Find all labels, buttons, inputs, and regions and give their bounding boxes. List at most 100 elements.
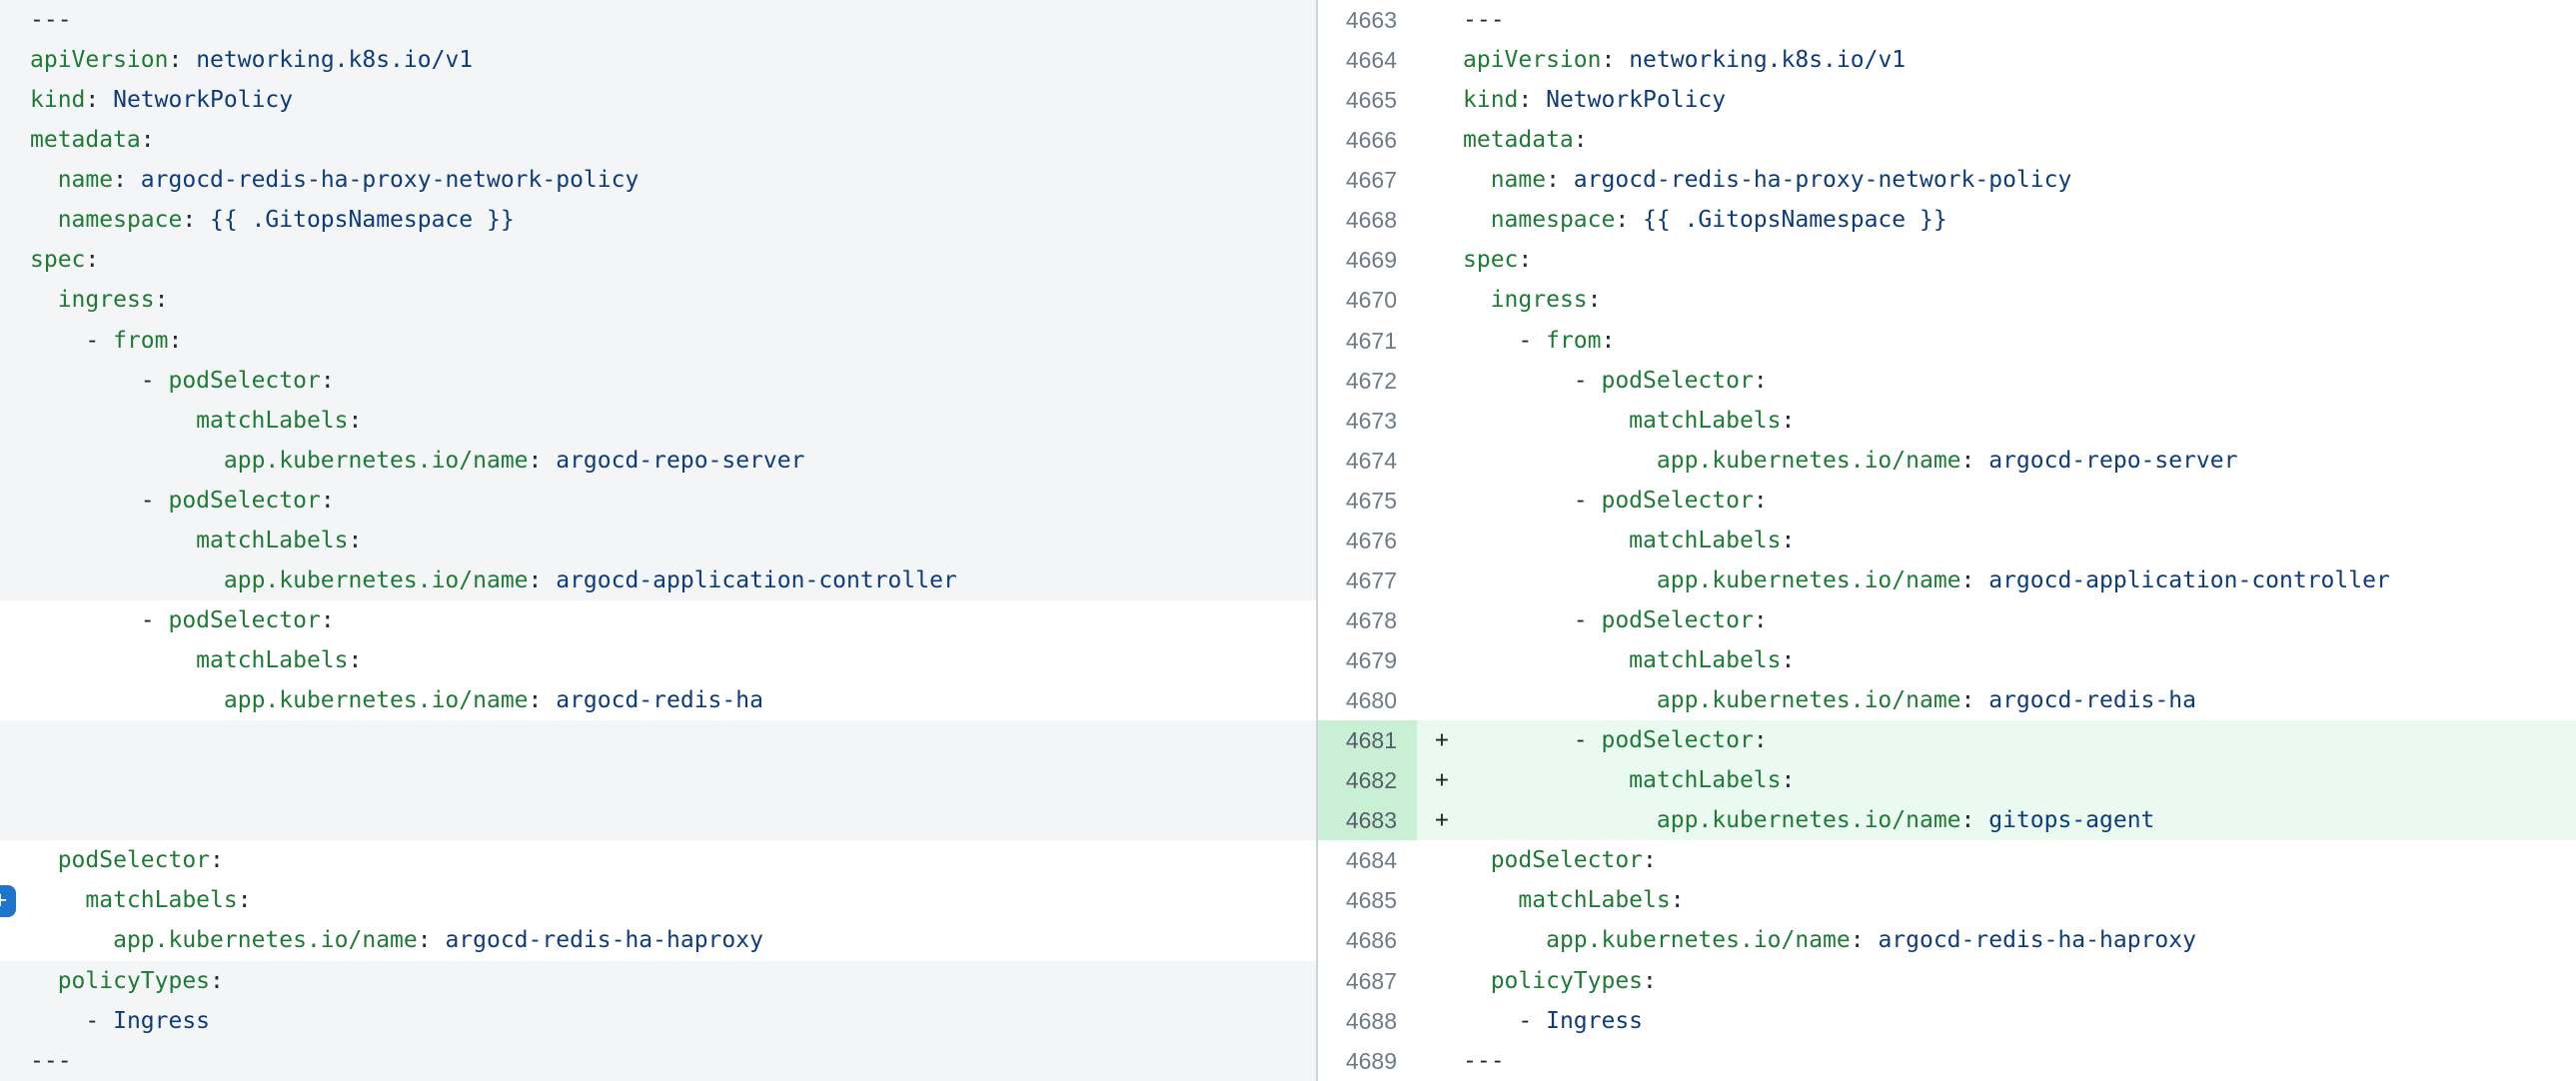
line-number[interactable]: 4682 — [1318, 760, 1417, 800]
line-number[interactable]: 4675 — [1318, 481, 1417, 521]
line-number[interactable]: 4687 — [1318, 961, 1417, 1001]
line-number[interactable]: 4663 — [1318, 0, 1417, 40]
diff-marker-empty — [1435, 481, 1463, 521]
yaml-punctuation: - — [1574, 727, 1602, 753]
new-line: 4684 podSelector: — [1318, 840, 2576, 880]
yaml-value: gitops-agent — [1974, 807, 2154, 833]
yaml-key: app.kubernetes.io/name — [1657, 687, 1961, 713]
yaml-punctuation: : — [1851, 927, 1865, 953]
yaml-punctuation — [30, 647, 196, 673]
old-code-text: - podSelector: — [0, 481, 335, 521]
yaml-punctuation: : — [1588, 287, 1602, 313]
yaml-punctuation: : — [210, 968, 224, 994]
yaml-key: metadata — [30, 127, 141, 153]
yaml-key: kind — [30, 87, 85, 113]
line-number[interactable]: 4666 — [1318, 120, 1417, 160]
old-line-spacer — [0, 760, 1316, 800]
new-line: 4663--- — [1318, 0, 2576, 40]
yaml-punctuation — [1463, 767, 1629, 793]
line-number[interactable]: 4673 — [1318, 401, 1417, 441]
yaml-value: {{ .GitopsNamespace }} — [1629, 207, 1947, 233]
new-code-text: namespace: {{ .GitopsNamespace }} — [1463, 200, 2576, 240]
yaml-value: networking.k8s.io/v1 — [1615, 47, 1906, 73]
line-number[interactable]: 4670 — [1318, 280, 1417, 320]
line-number[interactable]: 4677 — [1318, 560, 1417, 600]
old-code-text: policyTypes: — [0, 961, 224, 1001]
old-line: podSelector: — [0, 840, 1316, 880]
line-number[interactable]: 4688 — [1318, 1001, 1417, 1041]
line-number[interactable]: 4680 — [1318, 680, 1417, 720]
yaml-key: namespace — [1491, 207, 1616, 233]
line-number[interactable]: 4667 — [1318, 160, 1417, 200]
line-number[interactable]: 4665 — [1318, 80, 1417, 120]
new-code-text: - Ingress — [1463, 1001, 2576, 1041]
added-marker: + — [1435, 800, 1463, 840]
line-number[interactable]: 4678 — [1318, 600, 1417, 640]
old-line: policyTypes: — [0, 961, 1316, 1001]
yaml-punctuation: : — [321, 607, 335, 633]
old-line: - Ingress — [0, 1001, 1316, 1041]
line-number[interactable]: 4681 — [1318, 720, 1417, 760]
new-code-text: app.kubernetes.io/name: gitops-agent — [1463, 800, 2576, 840]
added-marker: + — [1435, 760, 1463, 800]
line-number[interactable]: 4674 — [1318, 441, 1417, 481]
old-line: app.kubernetes.io/name: argocd-redis-ha — [0, 680, 1316, 720]
line-number[interactable]: 4683 — [1318, 800, 1417, 840]
line-number[interactable]: 4669 — [1318, 240, 1417, 280]
old-code-text: matchLabels: — [0, 401, 362, 441]
yaml-value: {{ .GitopsNamespace }} — [196, 207, 515, 233]
new-line: 4687 policyTypes: — [1318, 961, 2576, 1001]
line-number[interactable]: 4689 — [1318, 1041, 1417, 1081]
old-code-text: app.kubernetes.io/name: argocd-redis-ha-… — [0, 920, 763, 960]
old-line: matchLabels: — [0, 640, 1316, 680]
yaml-key: matchLabels — [85, 887, 237, 913]
new-code-text: - podSelector: — [1463, 361, 2576, 401]
line-number[interactable]: 4685 — [1318, 880, 1417, 920]
yaml-punctuation — [30, 167, 58, 193]
yaml-punctuation: - — [1574, 607, 1602, 633]
line-number[interactable]: 4684 — [1318, 840, 1417, 880]
yaml-key: policyTypes — [58, 968, 210, 994]
line-number[interactable]: 4676 — [1318, 521, 1417, 560]
line-number[interactable]: 4664 — [1318, 40, 1417, 80]
yaml-punctuation: : — [349, 408, 363, 434]
yaml-key: app.kubernetes.io/name — [224, 687, 529, 713]
old-code-text: app.kubernetes.io/name: argocd-redis-ha — [0, 680, 763, 720]
yaml-punctuation: : — [155, 287, 169, 313]
yaml-punctuation: : — [1754, 488, 1768, 514]
old-line: ingress: — [0, 280, 1316, 320]
line-number[interactable]: 4668 — [1318, 200, 1417, 240]
yaml-key: matchLabels — [1518, 887, 1670, 913]
yaml-value: argocd-repo-server — [1974, 448, 2237, 474]
old-line: - podSelector: — [0, 600, 1316, 640]
line-number[interactable]: 4679 — [1318, 640, 1417, 680]
old-code-text: - Ingress — [0, 1001, 210, 1041]
yaml-punctuation: : — [1961, 448, 1975, 474]
new-code-text: spec: — [1463, 240, 2576, 280]
yaml-punctuation — [1463, 927, 1546, 953]
yaml-key: app.kubernetes.io/name — [1657, 448, 1961, 474]
new-code-text: name: argocd-redis-ha-proxy-network-poli… — [1463, 160, 2576, 200]
line-number[interactable]: 4671 — [1318, 321, 1417, 361]
old-code-text: namespace: {{ .GitopsNamespace }} — [0, 200, 515, 240]
old-code-text: app.kubernetes.io/name: argocd-applicati… — [0, 560, 957, 600]
yaml-key: policyTypes — [1491, 968, 1643, 994]
diff-marker-empty — [1435, 240, 1463, 280]
diff-marker-empty — [1435, 600, 1463, 640]
yaml-punctuation — [30, 368, 141, 394]
yaml-punctuation — [30, 1008, 85, 1034]
new-line-added: 4682+ matchLabels: — [1318, 760, 2576, 800]
yaml-punctuation: : — [321, 488, 335, 514]
old-code-text: - podSelector: — [0, 361, 335, 401]
line-number[interactable]: 4686 — [1318, 920, 1417, 960]
yaml-punctuation — [1463, 167, 1491, 193]
old-code-text: kind: NetworkPolicy — [0, 80, 293, 120]
old-line: app.kubernetes.io/name: argocd-applicati… — [0, 560, 1316, 600]
new-code-text: matchLabels: — [1463, 640, 2576, 680]
diff-marker-empty — [1435, 920, 1463, 960]
add-comment-button[interactable]: + — [0, 885, 16, 917]
new-code-text: ingress: — [1463, 280, 2576, 320]
yaml-punctuation — [1463, 488, 1574, 514]
yaml-punctuation: - — [1518, 1008, 1546, 1034]
line-number[interactable]: 4672 — [1318, 361, 1417, 401]
